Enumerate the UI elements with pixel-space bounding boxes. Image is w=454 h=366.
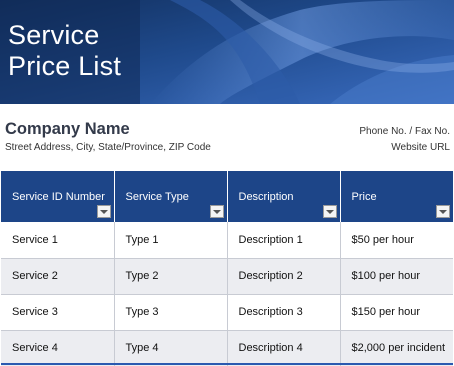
cell-service-id[interactable]: Service 3 — [1, 294, 115, 331]
table-row: Service 4 Type 4 Description 4 $2,000 pe… — [1, 330, 453, 366]
title-line-2: Price List — [8, 51, 122, 81]
price-list-page: Service Price List Company Name Street A… — [0, 0, 454, 366]
column-header-service-type: Service Type — [114, 171, 228, 222]
cell-description[interactable]: Description 1 — [227, 222, 341, 259]
column-header-price: Price — [340, 171, 453, 222]
column-header-label: Service ID Number — [12, 191, 105, 203]
filter-dropdown-icon[interactable] — [96, 205, 111, 218]
filter-dropdown-icon[interactable] — [322, 205, 337, 218]
title-line-1: Service — [8, 20, 100, 50]
column-header-label: Service Type — [125, 191, 189, 203]
company-website[interactable]: Website URL — [391, 142, 450, 153]
cell-price[interactable]: $150 per hour — [340, 294, 453, 331]
cell-description[interactable]: Description 2 — [227, 258, 341, 295]
cell-service-type[interactable]: Type 4 — [114, 330, 228, 366]
column-header-description: Description — [227, 171, 341, 222]
column-header-label: Description — [238, 191, 294, 203]
table-bottom-border — [1, 363, 453, 365]
cell-price[interactable]: $50 per hour — [340, 222, 453, 259]
company-address[interactable]: Street Address, City, State/Province, ZI… — [5, 142, 211, 153]
table-row: Service 1 Type 1 Description 1 $50 per h… — [1, 222, 453, 259]
table-header-row: Service ID Number Service Type Descripti… — [1, 171, 453, 222]
company-name[interactable]: Company Name — [5, 120, 130, 139]
cell-service-type[interactable]: Type 3 — [114, 294, 228, 331]
cell-price[interactable]: $2,000 per incident — [340, 330, 453, 366]
cell-service-type[interactable]: Type 1 — [114, 222, 228, 259]
column-header-label: Price — [351, 191, 377, 203]
filter-dropdown-icon[interactable] — [436, 205, 450, 218]
page-title: Service Price List — [8, 20, 121, 82]
price-table: Service ID Number Service Type Descripti… — [1, 171, 453, 366]
table-row: Service 3 Type 3 Description 3 $150 per … — [1, 294, 453, 331]
cell-service-id[interactable]: Service 2 — [1, 258, 115, 295]
cell-service-id[interactable]: Service 1 — [1, 222, 115, 259]
filter-dropdown-icon[interactable] — [209, 205, 224, 218]
company-phone-fax[interactable]: Phone No. / Fax No. — [359, 126, 450, 137]
cell-price[interactable]: $100 per hour — [340, 258, 453, 295]
cell-service-type[interactable]: Type 2 — [114, 258, 228, 295]
cell-description[interactable]: Description 4 — [227, 330, 341, 366]
table-row: Service 2 Type 2 Description 2 $100 per … — [1, 258, 453, 295]
cell-service-id[interactable]: Service 4 — [1, 330, 115, 366]
header-banner: Service Price List — [0, 0, 454, 104]
column-header-service-id: Service ID Number — [1, 171, 115, 222]
cell-description[interactable]: Description 3 — [227, 294, 341, 331]
